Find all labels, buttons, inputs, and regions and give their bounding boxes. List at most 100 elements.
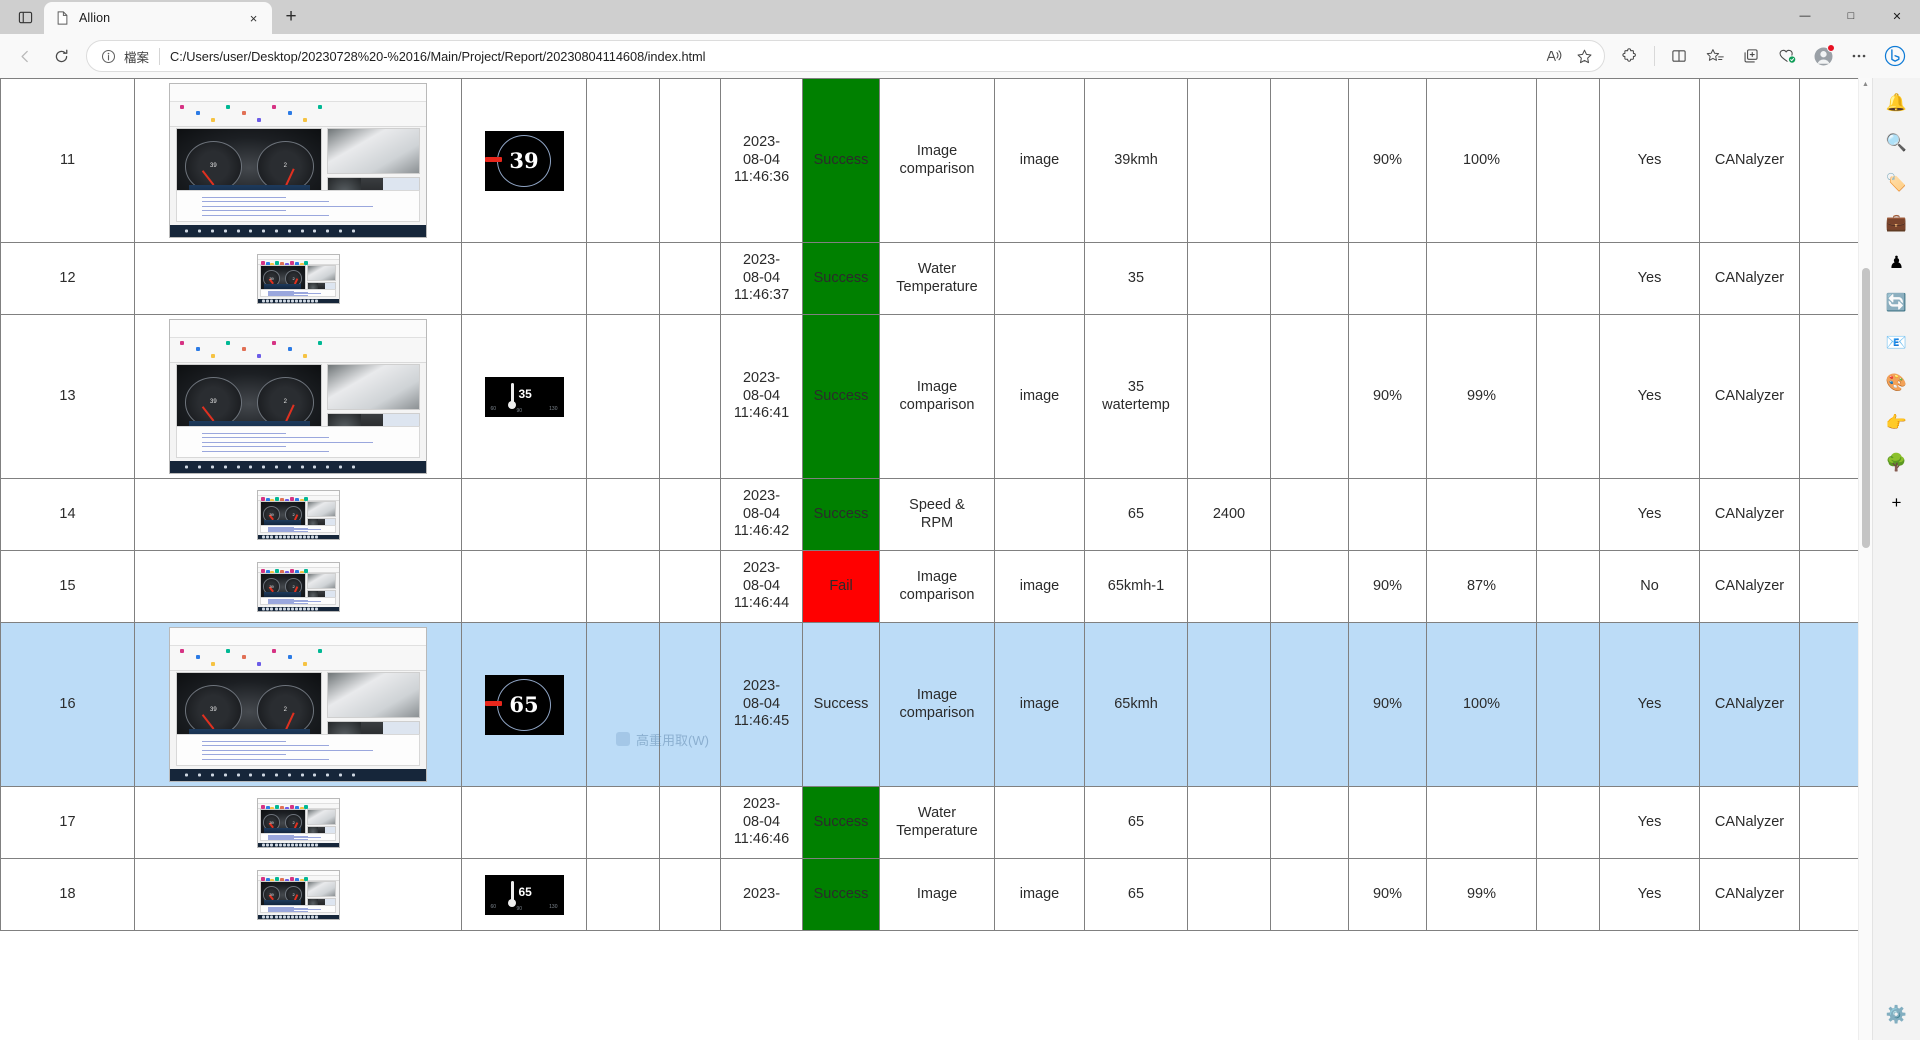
minimize-button[interactable]: — bbox=[1782, 0, 1828, 32]
screenshot-thumbnail[interactable]: 39 2 bbox=[169, 83, 427, 238]
thumb-log-panel bbox=[176, 733, 420, 766]
sidebar-item-price-tag[interactable]: 🏷️ bbox=[1879, 164, 1915, 200]
cell-gauge[interactable]: 35 60 130 90 bbox=[461, 314, 587, 479]
cell-timestamp: 2023- 08-04 11:46:37 bbox=[720, 242, 803, 315]
thumb-titlebar bbox=[170, 84, 426, 103]
sidebar-item-image-creator[interactable]: 🎨 bbox=[1879, 364, 1915, 400]
table-row[interactable]: 17 39 2 2023- 08-04 11:46:46 Success Wat… bbox=[0, 786, 1858, 859]
sidebar-item-microsoft365[interactable]: 🔄 bbox=[1879, 284, 1915, 320]
profile-button[interactable] bbox=[1806, 39, 1840, 73]
sidebar-item-search[interactable]: 🔍 bbox=[1879, 124, 1915, 160]
cell-mode: image bbox=[994, 550, 1085, 623]
cell-screenshot[interactable]: 39 2 bbox=[134, 242, 462, 315]
screenshot-thumbnail[interactable]: 39 2 bbox=[169, 627, 427, 782]
sidebar-item-shopping[interactable]: 💼 bbox=[1879, 204, 1915, 240]
cell-test-type: Image bbox=[879, 858, 995, 931]
cell-tool: CANalyzer bbox=[1699, 478, 1800, 551]
maximize-button[interactable]: □ bbox=[1828, 0, 1874, 32]
close-tab-button[interactable]: × bbox=[244, 9, 263, 28]
browser-tab[interactable]: Allion × bbox=[44, 2, 272, 34]
thumb-taskbar bbox=[170, 224, 426, 237]
cell-pass: Yes bbox=[1599, 314, 1700, 479]
table-row[interactable]: 11 39 2 39 2023- 08-04 11:46:36 Success … bbox=[0, 78, 1858, 243]
ellipsis-icon bbox=[1852, 54, 1866, 58]
sidebar-item-telegram[interactable]: 👉 bbox=[1879, 404, 1915, 440]
screenshot-thumbnail[interactable]: 39 2 bbox=[256, 561, 340, 612]
temperature-gauge-image[interactable]: 65 60 130 90 bbox=[484, 874, 564, 915]
sidebar-item-settings[interactable]: ⚙️ bbox=[1879, 996, 1915, 1032]
speed-gauge-image[interactable]: 65 bbox=[484, 674, 564, 735]
cell-screenshot[interactable]: 39 2 bbox=[134, 78, 462, 243]
settings-and-more-button[interactable] bbox=[1842, 39, 1876, 73]
collections-button[interactable] bbox=[1734, 39, 1768, 73]
screenshot-thumbnail[interactable]: 39 2 bbox=[169, 319, 427, 474]
cell-screenshot[interactable]: 39 2 bbox=[134, 858, 462, 931]
copilot-button[interactable] bbox=[1878, 39, 1912, 73]
scrollbar-thumb[interactable] bbox=[1862, 268, 1870, 548]
browser-essentials-button[interactable] bbox=[1770, 39, 1804, 73]
cell-gauge[interactable]: 39 bbox=[461, 78, 587, 243]
url-text[interactable]: C:/Users/user/Desktop/20230728%20-%2016/… bbox=[170, 49, 1540, 64]
temperature-gauge-image[interactable]: 35 60 130 90 bbox=[484, 376, 564, 417]
tab-actions-icon bbox=[18, 11, 32, 23]
screenshot-thumbnail[interactable]: 39 2 bbox=[256, 489, 340, 540]
add-favorite-button[interactable] bbox=[1570, 42, 1598, 70]
cell-mode: image bbox=[994, 78, 1085, 243]
refresh-button[interactable] bbox=[44, 39, 78, 73]
favorites-button[interactable] bbox=[1698, 39, 1732, 73]
cell-gauge[interactable] bbox=[461, 550, 587, 623]
scroll-up-arrow[interactable]: ▲ bbox=[1859, 78, 1872, 91]
cell-timestamp: 2023- 08-04 11:46:41 bbox=[720, 314, 803, 479]
profile-notification-dot bbox=[1827, 44, 1835, 52]
extensions-button[interactable] bbox=[1613, 39, 1647, 73]
screenshot-thumbnail[interactable]: 39 2 bbox=[256, 797, 340, 848]
table-row[interactable]: 15 39 2 2023- 08-04 11:46:44FailImage bbox=[0, 550, 1858, 623]
thumb-cluster: 39 2 bbox=[259, 809, 306, 836]
back-button[interactable] bbox=[8, 39, 42, 73]
thumb-ribbon bbox=[170, 646, 426, 671]
table-row[interactable]: 16 39 2 65 2023- 08-04 11:46:45 Success … bbox=[0, 622, 1858, 787]
cell-rpm bbox=[1187, 858, 1271, 931]
sidebar-item-notifications[interactable]: 🔔 bbox=[1879, 84, 1915, 120]
cell-gauge[interactable] bbox=[461, 242, 587, 315]
new-tab-button[interactable]: + bbox=[276, 2, 306, 32]
cell-empty-3 bbox=[1270, 786, 1349, 859]
cell-status: Fail bbox=[802, 550, 880, 623]
close-window-button[interactable]: ✕ bbox=[1874, 0, 1920, 32]
split-screen-button[interactable] bbox=[1662, 39, 1696, 73]
cell-gauge[interactable] bbox=[461, 478, 587, 551]
table-row[interactable]: 13 39 2 35 60 130 90 2023- 08-04 11:46:4… bbox=[0, 314, 1858, 479]
thumb-titlebar bbox=[170, 320, 426, 339]
read-aloud-button[interactable] bbox=[1540, 42, 1568, 70]
cell-screenshot[interactable]: 39 2 bbox=[134, 550, 462, 623]
sidebar-item-games[interactable]: ♟ bbox=[1879, 244, 1915, 280]
speed-gauge-image[interactable]: 39 bbox=[484, 130, 564, 191]
web-page: 11 39 2 39 2023- 08-04 11:46:36 Success … bbox=[0, 78, 1872, 1040]
cell-score: 100% bbox=[1426, 622, 1537, 787]
cell-gauge[interactable]: 65 bbox=[461, 622, 587, 787]
info-icon bbox=[99, 47, 117, 65]
sidebar-item-tree[interactable]: 🌳 bbox=[1879, 444, 1915, 480]
cell-gauge[interactable]: 65 60 130 90 bbox=[461, 858, 587, 931]
table-row[interactable]: 12 39 2 2023- 08-04 11:46:37 Success Wat… bbox=[0, 242, 1858, 315]
sidebar-item-add-tool[interactable]: + bbox=[1879, 484, 1915, 520]
cell-gauge[interactable] bbox=[461, 786, 587, 859]
cell-screenshot[interactable]: 39 2 bbox=[134, 786, 462, 859]
toolbar-divider bbox=[1654, 46, 1655, 66]
cell-screenshot[interactable]: 39 2 bbox=[134, 478, 462, 551]
tab-strip: Allion × + bbox=[6, 0, 306, 34]
table-row[interactable]: 14 39 2 2023- 08-04 11:46:42 Success Spe… bbox=[0, 478, 1858, 551]
table-row[interactable]: 18 39 2 65 60 130 90 2023- Success Image… bbox=[0, 858, 1858, 931]
cell-screenshot[interactable]: 39 2 bbox=[134, 622, 462, 787]
cell-screenshot[interactable]: 39 2 bbox=[134, 314, 462, 479]
chess-icon: ♟ bbox=[1888, 252, 1905, 272]
cell-empty-1 bbox=[586, 858, 660, 931]
tab-actions-button[interactable] bbox=[6, 2, 44, 32]
tab-title: Allion bbox=[79, 11, 111, 25]
screenshot-thumbnail[interactable]: 39 2 bbox=[256, 869, 340, 920]
address-bar[interactable]: 檔案 C:/Users/user/Desktop/20230728%20-%20… bbox=[86, 40, 1605, 72]
page-scrollbar[interactable]: ▲ bbox=[1858, 78, 1872, 1040]
cell-empty-4 bbox=[1536, 786, 1600, 859]
sidebar-item-outlook[interactable]: 📧 bbox=[1879, 324, 1915, 360]
screenshot-thumbnail[interactable]: 39 2 bbox=[256, 253, 340, 304]
